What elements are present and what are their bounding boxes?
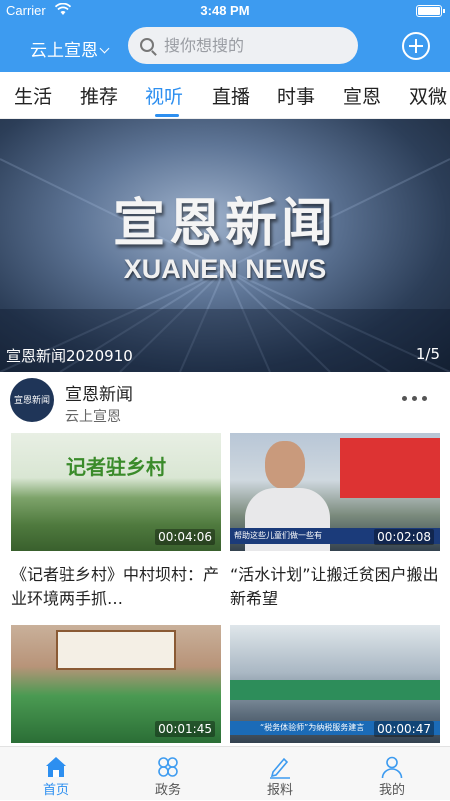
nav-profile[interactable]: 我的 [336,747,448,801]
video-duration: 00:01:45 [155,721,215,737]
tab-current-affairs[interactable]: 时事 [277,82,315,109]
search-input[interactable] [164,27,349,64]
battery-icon [416,5,445,17]
thumbnail-decoration [230,680,440,700]
thumbnail-decoration [265,441,305,489]
category-tabs: 生活 推荐 视听 直播 时事 宣恩 双微 [0,72,450,119]
nav-report[interactable]: 报料 [224,747,336,801]
video-title: 《记者驻乡村》中村坝村：产业环境两手抓… [11,565,220,608]
banner-page-indicator: 1/5 [415,345,440,363]
search-box[interactable] [128,27,358,64]
video-thumbnail: 帮助这些儿童们做一些有 00:02:08 [230,433,440,551]
tab-live[interactable]: 直播 [212,82,250,109]
tab-recommend[interactable]: 推荐 [80,82,118,109]
video-card[interactable]: 00:01:45 [11,625,221,743]
featured-banner[interactable]: 宣恩新闻 XUANEN NEWS 宣恩新闻2020910 1/5 [0,119,450,372]
video-title: “活水计划”让搬迁贫困户搬出新希望 [230,565,439,608]
video-card[interactable]: 记者驻乡村 00:04:06 《记者驻乡村》中村坝村：产业环境两手抓… [11,433,221,623]
more-options-button[interactable] [400,390,430,406]
clock: 3:48 PM [200,3,250,18]
add-button[interactable] [402,32,430,60]
city-label: 云上宣恩 [30,41,98,61]
banner-caption: 宣恩新闻2020910 [6,347,133,365]
status-bar: Carrier 3:48 PM [0,0,450,22]
banner-title: 宣恩新闻 [112,194,337,254]
more-dot-icon [412,396,417,401]
user-icon [381,756,403,779]
tab-audiovisual[interactable]: 视听 [145,82,183,109]
video-duration: 00:04:06 [155,529,215,545]
pen-icon [270,757,290,779]
city-selector[interactable]: 云上宣恩 [30,36,110,61]
nav-report-label: 报料 [266,783,293,798]
video-thumbnail: 00:01:45 [11,625,221,743]
video-thumbnail: “税务体验师”为纳税服务建言 00:00:47 [230,625,440,743]
chevron-down-icon [99,43,110,54]
active-tab-indicator [155,114,179,117]
video-duration: 00:00:47 [374,721,434,737]
banner-subtitle: XUANEN NEWS [123,254,327,284]
thumbnail-decoration [340,438,440,498]
tab-life[interactable]: 生活 [14,82,52,109]
avatar: 宣恩新闻 [10,378,54,422]
nav-government-label: 政务 [154,783,181,798]
video-thumbnail: 记者驻乡村 00:04:06 [11,433,221,551]
nav-home-label: 首页 [42,783,69,798]
nav-home[interactable]: 首页 [0,747,112,801]
bottom-nav: 首页 政务 报料 我的 [0,746,450,800]
tab-xuanen[interactable]: 宣恩 [343,82,381,109]
video-duration: 00:02:08 [374,529,434,545]
app-header: 云上宣恩 [0,22,450,72]
thumbnail-decoration [56,630,176,670]
channel-header[interactable]: 宣恩新闻 宣恩新闻 云上宣恩 [0,372,450,430]
nav-profile-label: 我的 [378,783,405,798]
channel-source: 云上宣恩 [65,409,121,425]
channel-name: 宣恩新闻 [65,385,133,405]
nav-government[interactable]: 政务 [112,747,224,801]
tab-weibo-wechat[interactable]: 双微 [409,82,447,109]
search-icon [140,38,154,52]
home-icon [46,757,66,777]
video-card[interactable]: “税务体验师”为纳税服务建言 00:00:47 [230,625,440,743]
clover-icon [158,757,178,777]
thumbnail-text: 记者驻乡村 [66,455,166,479]
more-dot-icon [422,396,427,401]
more-dot-icon [402,396,407,401]
video-card[interactable]: 帮助这些儿童们做一些有 00:02:08 “活水计划”让搬迁贫困户搬出新希望 [230,433,440,623]
